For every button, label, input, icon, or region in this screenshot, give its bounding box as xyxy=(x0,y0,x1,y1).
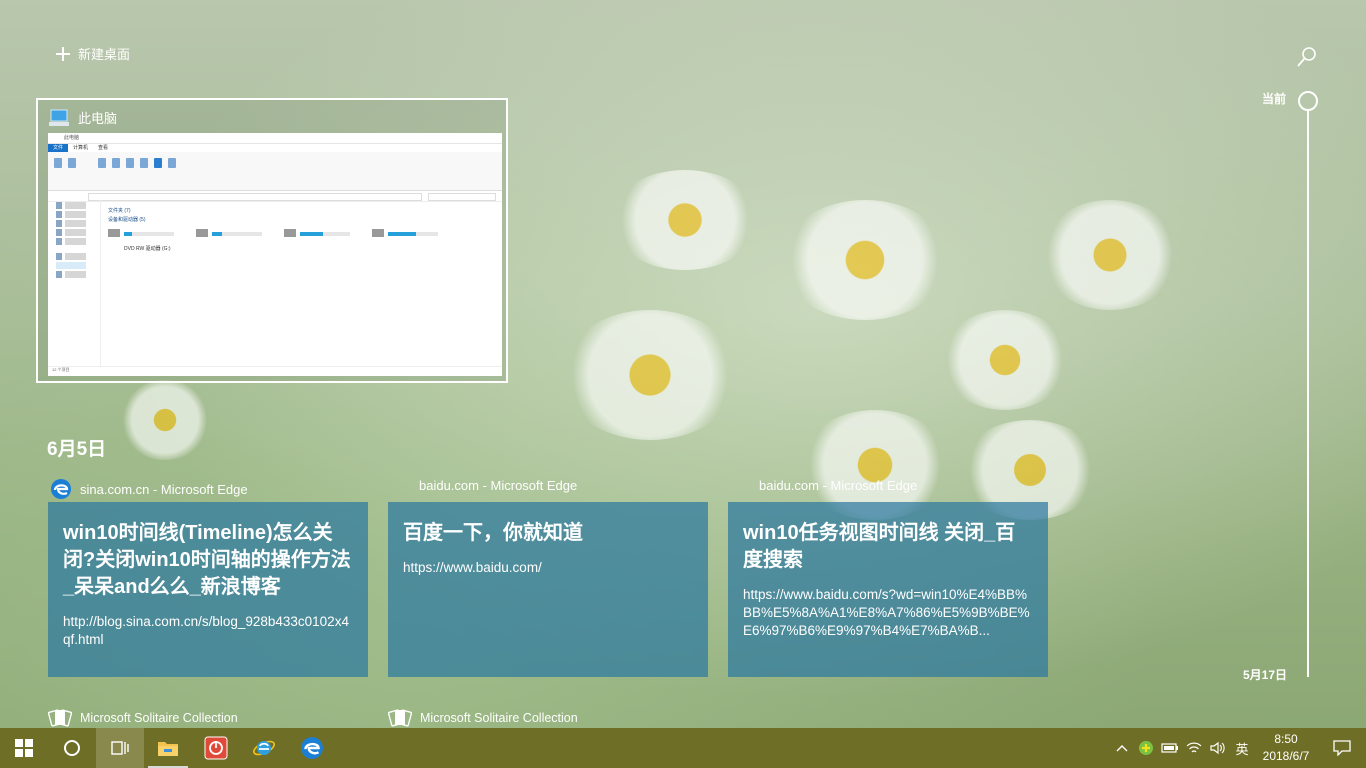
window-thumbnail-header: 此电脑 xyxy=(48,108,117,127)
edge-icon xyxy=(301,737,323,759)
preview-ribbon xyxy=(48,152,502,191)
clock-time: 8:50 xyxy=(1274,732,1298,746)
preview-ribbon-tabs: 文件 计算机 查看 xyxy=(48,144,502,152)
preview-nav-pane xyxy=(48,200,101,366)
activity-source-label: sina.com.cn - Microsoft Edge xyxy=(80,481,248,497)
edge-button[interactable] xyxy=(288,728,336,768)
activity-url: https://www.baidu.com/ xyxy=(403,560,542,575)
activity-source-label: baidu.com - Microsoft Edge xyxy=(419,478,578,493)
preview-address-bar xyxy=(48,191,502,202)
activity-card[interactable]: win10时间线(Timeline)怎么关闭?关闭win10时间轴的操作方法_呆… xyxy=(48,502,368,677)
scrubber-date-label: 5月17日 xyxy=(1243,668,1288,682)
battery-icon[interactable] xyxy=(1158,728,1182,768)
task-view-button[interactable] xyxy=(96,728,144,768)
activity-source-label: baidu.com - Microsoft Edge xyxy=(759,478,918,493)
file-explorer-button[interactable] xyxy=(144,728,192,768)
preview-drive xyxy=(372,227,442,239)
preview-drive xyxy=(284,227,354,239)
activity-source: sina.com.cn - Microsoft Edge xyxy=(50,478,248,500)
activity-card[interactable]: win10任务视图时间线 关闭_百度搜索 https://www.baidu.c… xyxy=(728,502,1048,677)
playing-cards-icon xyxy=(388,709,412,727)
cortana-button[interactable] xyxy=(48,728,96,768)
ime-indicator[interactable]: 英 xyxy=(1230,728,1254,768)
preview-group: 文件夹 (7) xyxy=(108,208,131,214)
activity-source: baidu.com - Microsoft Edge xyxy=(419,478,577,493)
task-view-icon xyxy=(111,741,129,755)
activity-title: win10时间线(Timeline)怎么关闭?关闭win10时间轴的操作方法_呆… xyxy=(63,522,351,598)
activity-card[interactable]: 百度一下，你就知道 https://www.baidu.com/ xyxy=(388,502,708,677)
window-preview: 此电脑 文件 计算机 查看 文件夹 (7) 设备和驱动器 (5) DVD RW … xyxy=(48,133,502,376)
notification-icon xyxy=(1333,740,1351,756)
volume-icon[interactable] xyxy=(1206,728,1230,768)
start-button[interactable] xyxy=(0,728,48,768)
search-icon[interactable] xyxy=(1296,46,1318,68)
app-activity-solitaire[interactable]: Microsoft Solitaire Collection xyxy=(48,708,238,728)
power-app-button[interactable] xyxy=(192,728,240,768)
activity-title: win10任务视图时间线 关闭_百度搜索 xyxy=(743,522,1016,571)
activity-url: http://blog.sina.com.cn/s/blog_928b433c0… xyxy=(63,614,349,647)
window-thumbnail-this-pc[interactable]: 此电脑 此电脑 文件 计算机 查看 文件夹 (7) 设备和驱动器 (5) DVD… xyxy=(36,98,508,383)
wifi-icon[interactable] xyxy=(1182,728,1206,768)
taskbar: 英 8:50 2018/6/7 xyxy=(0,728,1366,768)
plus-icon xyxy=(56,46,70,61)
preview-drive xyxy=(196,227,266,239)
clock-date: 2018/6/7 xyxy=(1262,749,1310,763)
timeline-date-heading: 6月5日 xyxy=(47,439,107,460)
preview-status-bar: 12 个项目 xyxy=(48,366,502,376)
action-center-button[interactable] xyxy=(1318,728,1366,768)
internet-explorer-button[interactable] xyxy=(240,728,288,768)
security-app-icon[interactable] xyxy=(1134,728,1158,768)
internet-explorer-icon xyxy=(253,740,275,756)
timeline-scrubber-track[interactable] xyxy=(1307,109,1309,677)
timeline-scrubber-handle[interactable] xyxy=(1298,91,1318,111)
preview-tab: 计算机 xyxy=(73,145,89,151)
folder-icon xyxy=(158,742,178,756)
preview-drive xyxy=(108,227,178,239)
edge-icon xyxy=(51,479,71,499)
activity-source: baidu.com - Microsoft Edge xyxy=(759,478,917,493)
power-icon xyxy=(204,736,228,760)
system-tray: 英 8:50 2018/6/7 xyxy=(1110,728,1366,768)
new-desktop-label: 新建桌面 xyxy=(78,47,131,62)
computer-icon xyxy=(49,109,69,126)
preview-content: 文件夹 (7) 设备和驱动器 (5) DVD RW 驱动器 (G:) xyxy=(108,205,492,252)
scrubber-current-label: 当前 xyxy=(1262,92,1287,106)
app-activity-label: Microsoft Solitaire Collection xyxy=(420,711,578,725)
new-desktop-button[interactable]: 新建桌面 xyxy=(56,44,130,63)
preview-group: 设备和驱动器 (5) xyxy=(108,217,146,223)
clock[interactable]: 8:50 2018/6/7 xyxy=(1254,731,1318,765)
preview-tab: 查看 xyxy=(98,145,109,151)
preview-tab: 文件 xyxy=(48,144,69,152)
preview-title-bar: 此电脑 xyxy=(48,133,502,144)
app-activity-label: Microsoft Solitaire Collection xyxy=(80,711,238,725)
cortana-icon xyxy=(64,740,80,756)
preview-dvd: DVD RW 驱动器 (G:) xyxy=(124,246,171,252)
window-title: 此电脑 xyxy=(78,111,118,126)
activity-title: 百度一下，你就知道 xyxy=(403,522,583,544)
preview-drives xyxy=(108,227,492,239)
app-activity-solitaire[interactable]: Microsoft Solitaire Collection xyxy=(388,708,578,728)
windows-logo-icon xyxy=(15,739,33,757)
chevron-up-icon[interactable] xyxy=(1110,728,1134,768)
activity-url: https://www.baidu.com/s?wd=win10%E4%BB%B… xyxy=(743,587,1030,638)
playing-cards-icon xyxy=(48,709,72,727)
